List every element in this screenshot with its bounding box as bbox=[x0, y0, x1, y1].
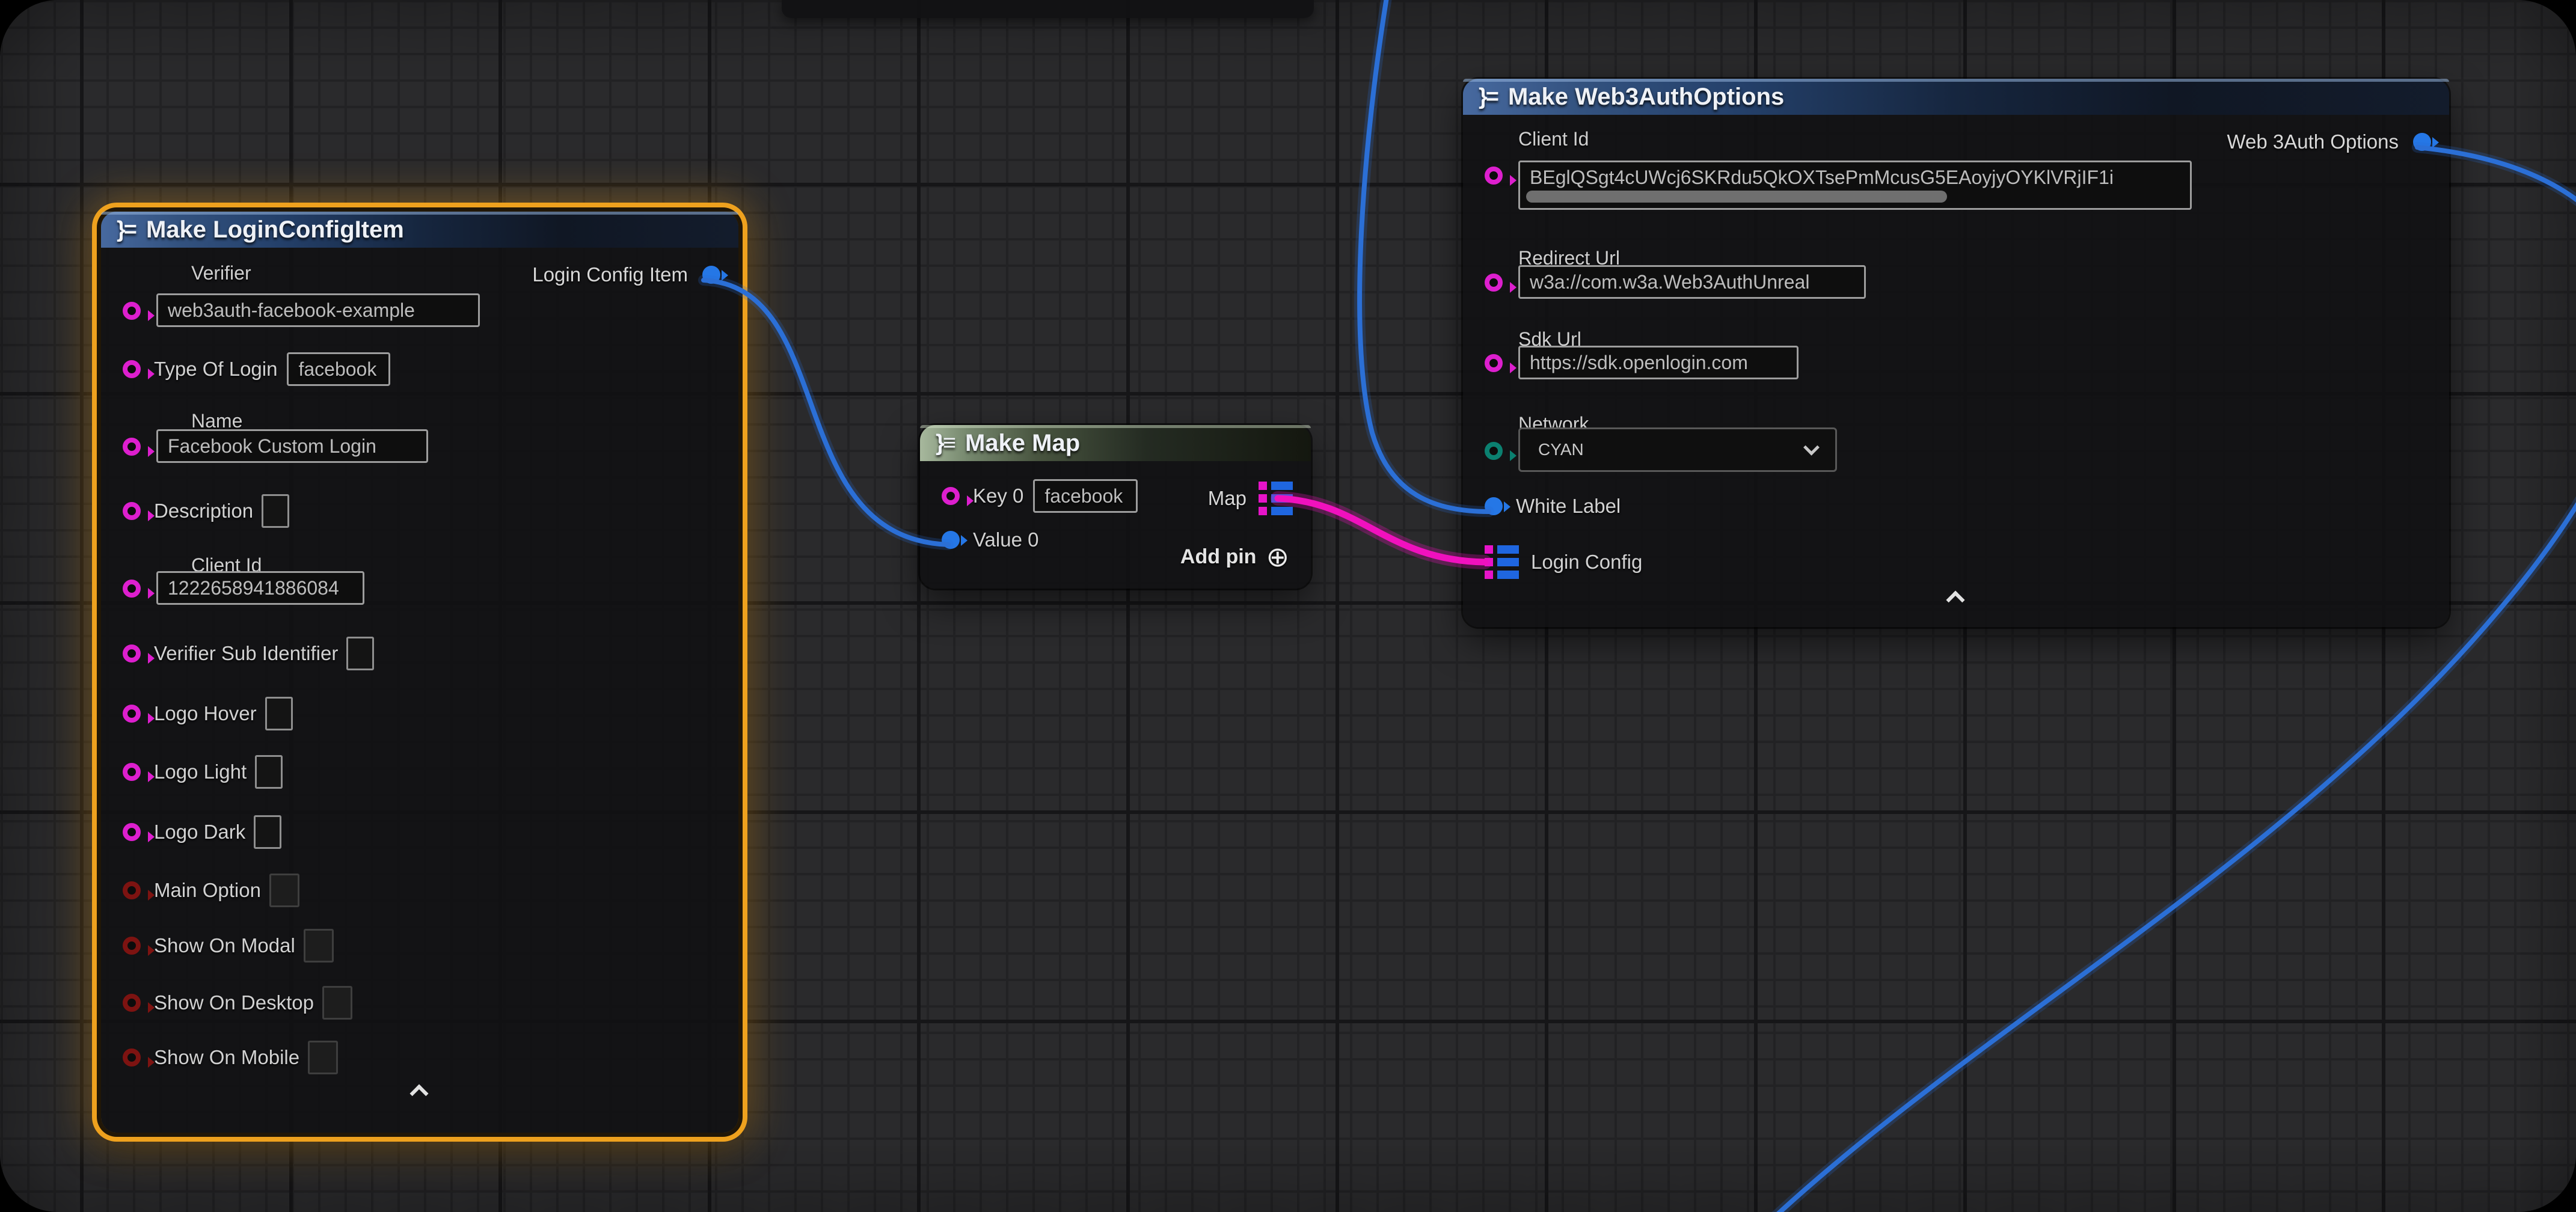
node-make-web3authoptions[interactable]: }= Make Web3AuthOptions Web 3Auth Option… bbox=[1463, 79, 2449, 627]
row-white-label: White Label bbox=[1485, 495, 1621, 518]
output-pin-label: Login Config Item bbox=[532, 263, 688, 286]
field-client-id[interactable]: BEglQSgt4cUWcj6SKRdu5QkOXTsePmMcusG5EAoy… bbox=[1518, 161, 2192, 210]
output-pin-label: Web 3Auth Options bbox=[2227, 130, 2399, 153]
row-show-on-modal: Show On Modal bbox=[123, 929, 334, 963]
field-client-id[interactable]: 1222658941886084 bbox=[156, 571, 364, 605]
field-key0[interactable]: facebook bbox=[1033, 479, 1138, 513]
node-title: Make Map bbox=[965, 430, 1080, 457]
pin-show-on-modal[interactable] bbox=[123, 937, 141, 955]
row-login-config: Login Config bbox=[1485, 545, 1642, 579]
pin-main-option[interactable] bbox=[123, 881, 141, 899]
pin-label-verifier-sub-identifier: Verifier Sub Identifier bbox=[154, 642, 338, 665]
row-logo-hover: Logo Hover bbox=[123, 697, 293, 730]
add-pin-label: Add pin bbox=[1180, 545, 1257, 569]
pin-label-logo-dark: Logo Dark bbox=[154, 821, 245, 843]
pin-client-id[interactable] bbox=[1485, 167, 1503, 185]
output-pin-label-map: Map bbox=[1208, 487, 1247, 510]
pin-logo-dark[interactable] bbox=[123, 823, 141, 841]
output-row-login-config-item: Login Config Item bbox=[532, 263, 720, 286]
node-make-map[interactable]: }≡ Make Map Key 0 facebook Map Value 0 A… bbox=[920, 425, 1311, 589]
row-value0: Value 0 bbox=[942, 528, 1038, 551]
pin-show-on-mobile[interactable] bbox=[123, 1048, 141, 1067]
make-struct-icon: }= bbox=[1479, 84, 1497, 110]
row-type-of-login: Type Of Login facebook bbox=[123, 352, 390, 386]
pin-label-value0: Value 0 bbox=[973, 528, 1038, 551]
pin-verifier[interactable] bbox=[123, 302, 141, 320]
pin-network[interactable] bbox=[1485, 442, 1503, 460]
field-client-id-scrollbar[interactable] bbox=[1526, 191, 1947, 203]
pin-key0[interactable] bbox=[942, 487, 960, 505]
collapse-chevron-icon[interactable] bbox=[408, 1085, 432, 1100]
pin-client-id[interactable] bbox=[123, 580, 141, 598]
field-logo-hover[interactable] bbox=[265, 697, 293, 730]
field-client-id-text: BEglQSgt4cUWcj6SKRdu5QkOXTsePmMcusG5EAoy… bbox=[1530, 167, 2114, 188]
blueprint-canvas[interactable]: }= Make LoginConfigItem Login Config Ite… bbox=[0, 0, 2576, 1212]
chevron-down-icon bbox=[1803, 439, 1820, 455]
pin-label-main-option: Main Option bbox=[154, 879, 261, 902]
field-name[interactable]: Facebook Custom Login bbox=[156, 429, 428, 463]
row-logo-light: Logo Light bbox=[123, 755, 283, 789]
checkbox-show-on-mobile[interactable] bbox=[308, 1041, 338, 1074]
field-redirect-url[interactable]: w3a://com.w3a.Web3AuthUnreal bbox=[1518, 265, 1866, 299]
output-row-web3auth-options: Web 3Auth Options bbox=[2227, 130, 2431, 153]
node-title: Make LoginConfigItem bbox=[146, 216, 404, 243]
network-dropdown-value: CYAN bbox=[1538, 440, 1584, 459]
add-pin-button[interactable]: Add pin ⊕ bbox=[1180, 543, 1289, 571]
pin-label-logo-light: Logo Light bbox=[154, 761, 247, 783]
pin-label-login-config: Login Config bbox=[1531, 551, 1642, 574]
make-struct-icon: }= bbox=[117, 217, 135, 243]
network-dropdown[interactable]: CYAN bbox=[1518, 427, 1837, 472]
pin-label-white-label: White Label bbox=[1516, 495, 1621, 518]
field-verifier[interactable]: web3auth-facebook-example bbox=[156, 293, 480, 327]
row-show-on-desktop: Show On Desktop bbox=[123, 986, 352, 1020]
node-make-loginconfigitem[interactable]: }= Make LoginConfigItem Login Config Ite… bbox=[101, 212, 738, 1133]
pin-sdk-url[interactable] bbox=[1485, 354, 1503, 372]
checkbox-show-on-desktop[interactable] bbox=[322, 986, 352, 1020]
pin-verifier-sub-identifier[interactable] bbox=[123, 644, 141, 663]
row-description: Description bbox=[123, 494, 289, 528]
pin-label-client-id: Client Id bbox=[1518, 128, 1589, 150]
field-type-of-login[interactable]: facebook bbox=[287, 352, 390, 386]
pin-logo-hover[interactable] bbox=[123, 705, 141, 723]
field-logo-light[interactable] bbox=[255, 755, 283, 789]
field-description[interactable] bbox=[262, 494, 289, 528]
checkbox-main-option[interactable] bbox=[269, 874, 299, 907]
row-logo-dark: Logo Dark bbox=[123, 815, 281, 849]
field-sdk-url[interactable]: https://sdk.openlogin.com bbox=[1518, 346, 1799, 379]
pin-label-logo-hover: Logo Hover bbox=[154, 702, 257, 725]
checkbox-show-on-modal[interactable] bbox=[304, 929, 334, 963]
pin-type-of-login[interactable] bbox=[123, 360, 141, 378]
pin-label-type-of-login: Type Of Login bbox=[154, 358, 277, 381]
pin-label-description: Description bbox=[154, 500, 253, 522]
field-verifier-sub-identifier[interactable] bbox=[346, 637, 374, 670]
node-header-make-map[interactable]: }≡ Make Map bbox=[920, 425, 1311, 461]
row-key0: Key 0 facebook bbox=[942, 479, 1138, 513]
pin-show-on-desktop[interactable] bbox=[123, 994, 141, 1012]
node-header-make-loginconfigitem[interactable]: }= Make LoginConfigItem bbox=[101, 212, 738, 248]
pin-label-verifier: Verifier bbox=[191, 262, 251, 284]
row-main-option: Main Option bbox=[123, 874, 299, 907]
pin-logo-light[interactable] bbox=[123, 763, 141, 781]
collapse-chevron-icon[interactable] bbox=[1944, 591, 1968, 607]
field-logo-dark[interactable] bbox=[254, 815, 281, 849]
pin-label-show-on-mobile: Show On Mobile bbox=[154, 1046, 299, 1069]
row-verifier-sub-identifier: Verifier Sub Identifier bbox=[123, 637, 374, 670]
node-title: Make Web3AuthOptions bbox=[1508, 84, 1784, 111]
make-map-icon: }≡ bbox=[936, 430, 954, 456]
pin-description[interactable] bbox=[123, 502, 141, 520]
pin-label-show-on-modal: Show On Modal bbox=[154, 934, 295, 957]
add-pin-plus-icon: ⊕ bbox=[1266, 543, 1289, 571]
pin-name[interactable] bbox=[123, 438, 141, 456]
row-show-on-mobile: Show On Mobile bbox=[123, 1041, 338, 1074]
node-header-make-web3authoptions[interactable]: }= Make Web3AuthOptions bbox=[1463, 79, 2449, 115]
pin-label-show-on-desktop: Show On Desktop bbox=[154, 991, 314, 1014]
pin-label-key0: Key 0 bbox=[973, 485, 1023, 507]
pin-redirect-url[interactable] bbox=[1485, 274, 1503, 292]
partial-node-top[interactable] bbox=[782, 0, 1314, 18]
